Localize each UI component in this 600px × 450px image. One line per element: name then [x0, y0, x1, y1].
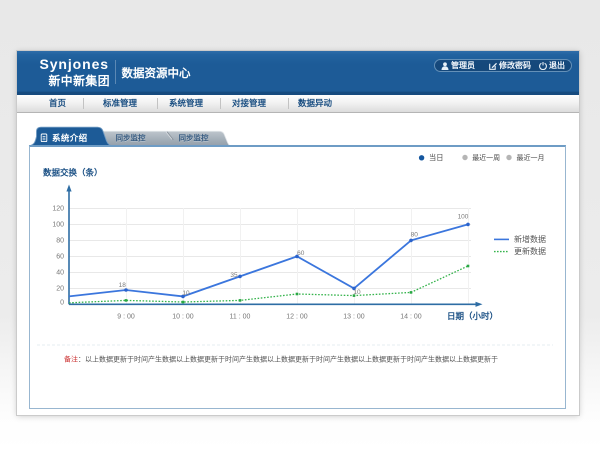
svg-text:10: 10	[353, 289, 361, 296]
svg-text:10: 10	[182, 290, 190, 297]
svg-text:60: 60	[297, 250, 305, 257]
svg-text:80: 80	[56, 238, 64, 245]
svg-text:20: 20	[56, 286, 64, 293]
svg-text:最近一月: 最近一月	[517, 153, 545, 162]
svg-text:60: 60	[56, 254, 64, 261]
svg-text:100: 100	[52, 222, 64, 229]
svg-text:当日: 当日	[429, 153, 443, 162]
svg-text:新增数据: 新增数据	[514, 234, 546, 244]
svg-text:更新数据: 更新数据	[514, 246, 546, 256]
svg-text:同步监控: 同步监控	[116, 132, 146, 142]
svg-text:13 : 00: 13 : 00	[343, 314, 365, 321]
svg-text:9 : 00: 9 : 00	[117, 314, 135, 321]
svg-text:系统介绍: 系统介绍	[52, 133, 88, 143]
svg-text:备注：以上数据更新于时间产生数据以上数据更新于时间产生数据以: 备注：以上数据更新于时间产生数据以上数据更新于时间产生数据以上数据更新于时间产生…	[64, 355, 498, 364]
svg-text:35: 35	[230, 272, 238, 279]
svg-text:10 : 00: 10 : 00	[172, 314, 194, 321]
svg-text:0: 0	[60, 300, 64, 307]
svg-text:120: 120	[52, 206, 64, 213]
svg-text:12 : 00: 12 : 00	[286, 314, 308, 321]
svg-text:数据交换（条）: 数据交换（条）	[43, 168, 103, 178]
svg-text:日期（小时）: 日期（小时）	[447, 311, 498, 321]
svg-text:同步监控: 同步监控	[179, 132, 209, 142]
svg-text:最近一周: 最近一周	[472, 153, 500, 162]
svg-text:11 : 00: 11 : 00	[230, 314, 251, 321]
svg-text:14 : 00: 14 : 00	[400, 314, 422, 321]
svg-text:100: 100	[458, 214, 469, 221]
svg-text:80: 80	[411, 232, 419, 239]
svg-text:40: 40	[56, 270, 64, 277]
svg-text:18: 18	[119, 282, 127, 289]
